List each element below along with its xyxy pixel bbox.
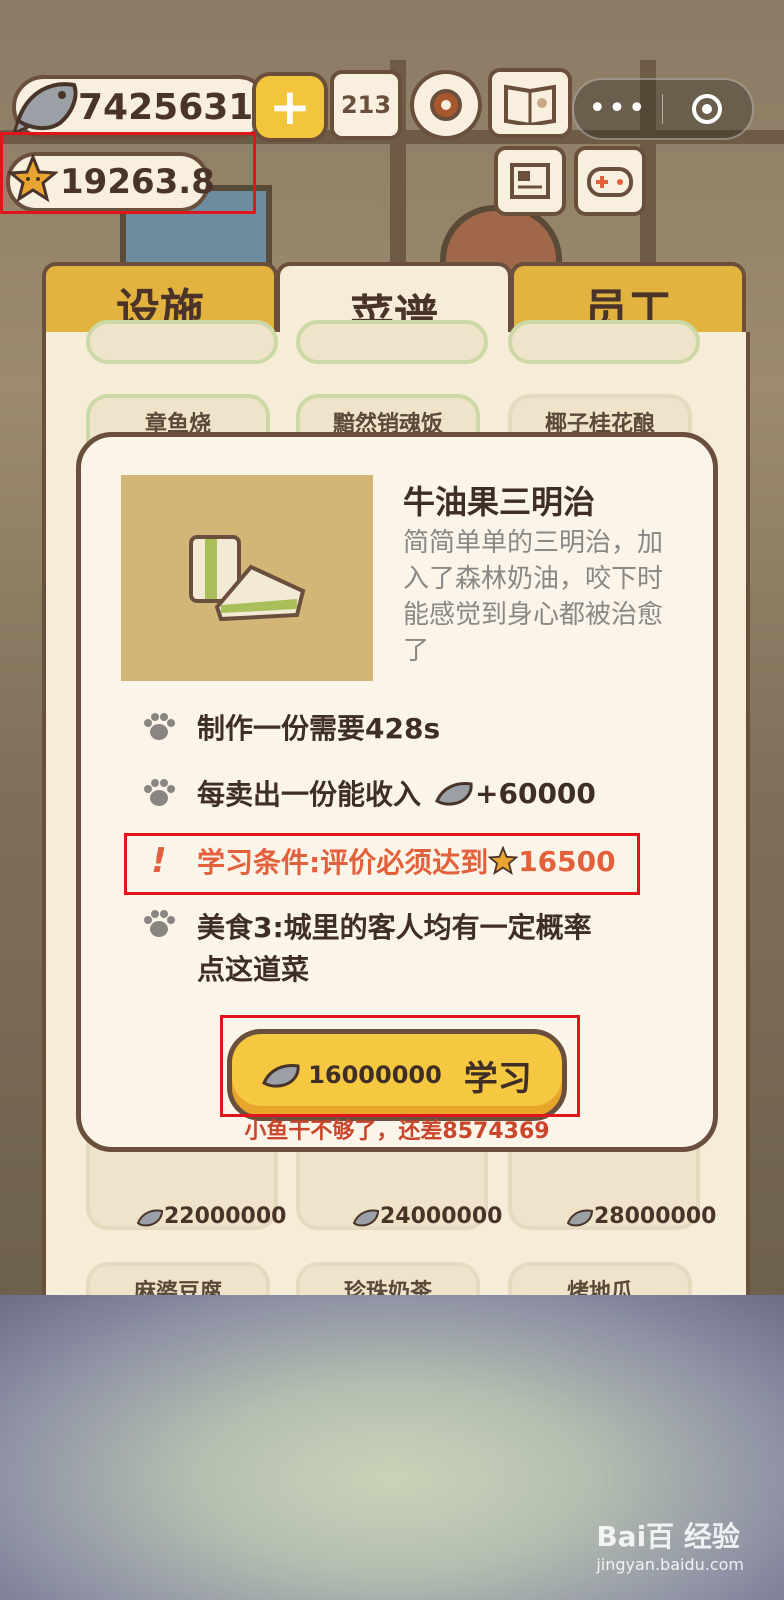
recipe-price: 28000000 xyxy=(566,1204,716,1229)
paw-icon xyxy=(141,909,177,939)
fish-icon xyxy=(136,1209,164,1226)
gamepad-icon xyxy=(587,167,633,197)
target-icon xyxy=(692,94,722,124)
plus-icon: + xyxy=(269,78,311,136)
feature-row: 美食3:城里的客人均有一定概率 点这道菜 xyxy=(141,907,592,991)
add-fish-button[interactable]: + xyxy=(252,72,328,142)
ranking-icon: 213 xyxy=(340,91,392,119)
recipe-price: 24000000 xyxy=(352,1204,502,1229)
book-icon xyxy=(504,84,556,125)
price-value: 28000000 xyxy=(594,1204,717,1229)
news-icon xyxy=(510,163,550,199)
highlight-box-rating xyxy=(0,132,256,214)
minigame-button[interactable] xyxy=(574,146,646,216)
paw-icon xyxy=(141,778,177,808)
dish-title: 牛油果三明治 xyxy=(403,483,596,521)
feature-line: 美食3:城里的客人均有一定概率 xyxy=(197,911,592,944)
fish-count: 7425631 xyxy=(78,86,254,128)
settings-button[interactable] xyxy=(410,70,482,140)
highlight-box-condition xyxy=(124,833,640,895)
ranking-button[interactable]: 213 xyxy=(330,70,402,140)
miniprogram-capsule: ••• xyxy=(572,78,754,140)
watermark: Bai百 经验 jingyan.baidu.com xyxy=(596,1515,744,1574)
feature-line: 点这道菜 xyxy=(197,953,310,986)
income-value: +60000 xyxy=(475,776,596,810)
make-time-text: 制作一份需要428s xyxy=(197,712,441,745)
recipe-card[interactable] xyxy=(296,320,488,364)
fish-icon xyxy=(435,782,473,806)
make-time-row: 制作一份需要428s xyxy=(141,707,440,747)
fish-icon xyxy=(566,1209,594,1226)
recipe-price: 22000000 xyxy=(136,1204,286,1229)
fish-currency-display: 7425631 xyxy=(12,75,270,139)
newspaper-button[interactable] xyxy=(494,146,566,216)
more-menu-button[interactable]: ••• xyxy=(574,94,662,124)
recipe-book-button[interactable] xyxy=(488,68,572,138)
price-value: 22000000 xyxy=(164,1204,287,1229)
recipe-card[interactable] xyxy=(508,320,700,364)
income-label: 每卖出一份能收入 xyxy=(197,778,422,811)
fish-icon xyxy=(352,1209,380,1226)
highlight-box-learn xyxy=(220,1015,580,1117)
fish-icon xyxy=(12,82,78,136)
feature-text: 美食3:城里的客人均有一定概率 点这道菜 xyxy=(197,907,592,991)
income-row: 每卖出一份能收入 +60000 xyxy=(141,773,596,813)
sandwich-icon xyxy=(189,535,306,622)
settings-gear-icon xyxy=(430,89,462,121)
shortage-message: 小鱼干不够了，还差8574369 xyxy=(244,1119,550,1144)
watermark-url: jingyan.baidu.com xyxy=(596,1555,744,1574)
dish-image xyxy=(121,475,373,681)
watermark-brand: Bai百 经验 xyxy=(596,1520,740,1553)
close-miniprogram-button[interactable] xyxy=(663,92,751,126)
dish-description: 简简单单的三明治，加入了森林奶油，咬下时能感觉到身心都被治愈了 xyxy=(403,528,664,666)
recipe-card[interactable] xyxy=(86,320,278,364)
price-value: 24000000 xyxy=(380,1204,503,1229)
paw-icon xyxy=(141,712,177,742)
